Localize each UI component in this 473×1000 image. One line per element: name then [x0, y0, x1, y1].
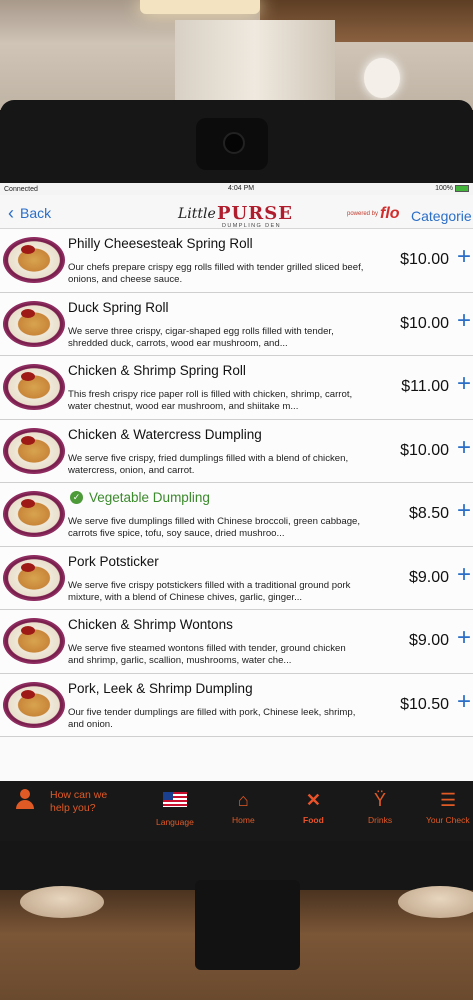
add-to-order-icon[interactable]: +: [457, 308, 471, 333]
menu-item[interactable]: Pork, Leek & Shrimp Dumpling Our five te…: [0, 673, 473, 737]
item-name: Chicken & Shrimp Spring Roll: [68, 363, 246, 378]
chevron-left-icon: ‹: [8, 203, 14, 223]
item-price: $11.00: [401, 378, 449, 395]
person-icon: [14, 787, 36, 809]
status-battery: 100%: [435, 185, 469, 192]
menu-list: Philly Cheesesteak Spring Roll Our chefs…: [0, 229, 473, 737]
tab-home-label: Home: [232, 815, 255, 825]
item-description: We serve five crispy, fried dumplings fi…: [68, 452, 349, 476]
help-label: How can we help you?: [50, 789, 108, 814]
powered-by-label: powered by: [347, 211, 379, 217]
add-to-order-icon[interactable]: +: [457, 435, 471, 460]
background-lamp: [140, 0, 260, 14]
dish-photo: [3, 491, 65, 537]
item-description: Our chefs prepare crispy egg rolls fille…: [68, 262, 364, 285]
stand-foot-left: [20, 886, 104, 918]
dish-photo: [3, 427, 65, 474]
menu-item[interactable]: ✓ Vegetable Dumpling We serve five dumpl…: [0, 483, 473, 547]
dish-photo: [3, 554, 65, 601]
tab-home[interactable]: ⌂ Home: [232, 789, 255, 825]
item-name: Chicken & Shrimp Wontons: [68, 617, 233, 632]
item-name: Duck Spring Roll: [68, 299, 169, 315]
item-name: Philly Cheesesteak Spring Roll: [68, 236, 253, 251]
home-icon: ⌂: [237, 790, 249, 810]
utensils-icon: ✕: [305, 790, 321, 810]
item-name: Pork Potsticker: [68, 553, 159, 569]
us-flag-icon: [162, 792, 187, 807]
dish-photo: [3, 364, 65, 410]
battery-percent: 100%: [435, 185, 453, 192]
item-price: $10.00: [400, 251, 449, 268]
menu-item[interactable]: Philly Cheesesteak Spring Roll Our chefs…: [0, 229, 473, 293]
menu-item[interactable]: Chicken & Shrimp Spring Roll This fresh …: [0, 356, 473, 420]
item-name: Pork, Leek & Shrimp Dumpling: [68, 680, 253, 696]
menu-item[interactable]: Pork Potsticker We serve five crispy pot…: [0, 546, 473, 610]
background-ornament: [364, 58, 400, 98]
add-to-order-icon[interactable]: +: [457, 499, 471, 523]
item-price: $9.00: [408, 568, 449, 586]
logo-main-text: PURSE: [217, 203, 293, 224]
item-description: We serve five dumplings filled with Chin…: [68, 516, 361, 539]
help-button[interactable]: How can we help you?: [14, 787, 118, 815]
menu-item[interactable]: Chicken & Watercress Dumpling We serve f…: [0, 419, 473, 483]
tablet-stand: [195, 880, 300, 970]
back-button[interactable]: ‹ Back: [8, 203, 52, 223]
item-name: Vegetable Dumpling: [89, 490, 210, 505]
menu-item[interactable]: Duck Spring Roll We serve three crispy, …: [0, 292, 473, 356]
item-description: We serve five crispy potstickers filled …: [68, 579, 351, 603]
background-pillar: [175, 20, 335, 110]
logo-script-text: Little: [178, 206, 216, 222]
little-purse-logo: Little PURSE DUMPLING DEN: [178, 201, 318, 229]
status-time: 4:04 PM: [228, 185, 255, 192]
menu-item[interactable]: Chicken & Shrimp Wontons We serve five s…: [0, 610, 473, 674]
bottom-tab-bar: How can we help you? Language ⌂ Home ✕ F…: [0, 781, 473, 841]
add-to-order-icon[interactable]: +: [457, 245, 471, 269]
back-label: Back: [20, 205, 52, 221]
dish-photo: [3, 300, 65, 347]
tab-language[interactable]: Language: [156, 789, 194, 827]
item-description: This fresh crispy rice paper roll is fil…: [68, 389, 353, 412]
tab-drinks[interactable]: Ÿ Drinks: [368, 789, 392, 825]
wine-glass-icon: Ÿ: [374, 790, 387, 810]
add-to-order-icon[interactable]: +: [457, 626, 471, 650]
stand-foot-right: [398, 886, 473, 918]
tablet-screen: Connected 4:04 PM 100% ‹ Back Little PUR…: [0, 183, 473, 783]
item-price: $8.50: [408, 505, 449, 522]
flo-logo: flo: [380, 205, 400, 222]
add-to-order-icon[interactable]: +: [457, 372, 471, 396]
status-bar: Connected 4:04 PM 100%: [0, 183, 473, 195]
item-price: $9.00: [408, 632, 449, 649]
tab-language-label: Language: [156, 817, 194, 827]
battery-icon: [455, 185, 469, 192]
item-description: We serve five steamed wontons filled wit…: [68, 643, 346, 666]
receipt-icon: ☰: [440, 790, 457, 810]
item-description: We serve three crispy, cigar-shaped egg …: [68, 325, 334, 349]
tab-drinks-label: Drinks: [368, 815, 393, 825]
tab-food-label: Food: [303, 815, 324, 825]
status-connection: Connected: [4, 186, 38, 193]
item-description: Our five tender dumplings are filled wit…: [68, 706, 356, 730]
add-to-order-icon[interactable]: +: [457, 689, 471, 714]
categories-button[interactable]: Categorie: [411, 208, 472, 224]
add-to-order-icon[interactable]: +: [457, 562, 471, 587]
dish-photo: [3, 681, 65, 728]
item-price: $10.50: [400, 695, 449, 713]
tab-your-check[interactable]: ☰ Your Check: [426, 789, 473, 825]
vegetarian-icon: ✓: [70, 491, 83, 504]
item-price: $10.00: [400, 441, 449, 459]
dish-photo: [3, 237, 65, 283]
tablet-camera-clip: [196, 118, 268, 170]
item-name: Chicken & Watercress Dumpling: [68, 426, 262, 442]
item-price: $10.00: [400, 314, 449, 332]
nav-bar: ‹ Back Little PURSE DUMPLING DEN powered…: [0, 195, 473, 229]
tab-food[interactable]: ✕ Food: [303, 789, 324, 825]
tab-your-check-label: Your Check: [426, 815, 470, 825]
dish-photo: [3, 618, 65, 664]
